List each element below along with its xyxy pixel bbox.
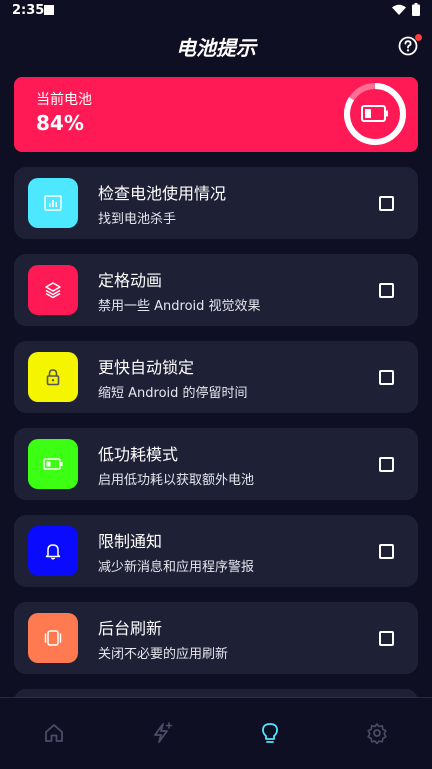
task-icon-box bbox=[28, 352, 78, 402]
sparkle-icon bbox=[154, 722, 173, 743]
task-icon-box bbox=[28, 178, 78, 228]
task-checkbox[interactable] bbox=[379, 457, 394, 472]
battery-label: 当前电池 bbox=[36, 92, 92, 108]
task-title: 检查电池使用情况 bbox=[98, 184, 227, 203]
bell-icon bbox=[45, 544, 61, 560]
battery-percent: 84% bbox=[36, 111, 84, 135]
battery-icon bbox=[43, 458, 63, 470]
lock-icon bbox=[46, 369, 60, 386]
lightbulb-icon bbox=[262, 723, 278, 743]
task-checkbox[interactable] bbox=[379, 370, 394, 385]
nav-home[interactable] bbox=[41, 720, 67, 746]
task-title: 定格动画 bbox=[98, 271, 163, 290]
task-subtitle: 关闭不必要的应用刷新 bbox=[98, 647, 229, 662]
task-icon-box bbox=[28, 439, 78, 489]
battery-icon bbox=[361, 105, 388, 122]
task-checkbox[interactable] bbox=[379, 283, 394, 298]
task-subtitle: 缩短 Android 的停留时间 bbox=[98, 386, 248, 401]
task-card-background-refresh[interactable]: 后台刷新 关闭不必要的应用刷新 bbox=[14, 602, 418, 674]
task-icon-box bbox=[28, 613, 78, 663]
task-icon-box bbox=[28, 526, 78, 576]
app-header: 电池提示 bbox=[0, 22, 432, 72]
page-title: 电池提示 bbox=[176, 36, 256, 60]
task-subtitle: 减少新消息和应用程序警报 bbox=[98, 560, 255, 575]
gear-icon bbox=[367, 723, 387, 744]
nav-boost[interactable] bbox=[149, 720, 175, 746]
task-card-check-battery-usage[interactable]: 检查电池使用情况 找到电池杀手 bbox=[14, 167, 418, 239]
notification-icon bbox=[44, 5, 54, 15]
nav-settings[interactable] bbox=[364, 720, 390, 746]
task-card-low-power-mode[interactable]: 低功耗模式 启用低功耗以获取额外电池 bbox=[14, 428, 418, 500]
layers-icon bbox=[45, 282, 61, 299]
battery-card: 当前电池 84% bbox=[14, 77, 418, 152]
task-subtitle: 禁用一些 Android 视觉效果 bbox=[98, 299, 261, 314]
nav-tips[interactable] bbox=[257, 720, 283, 746]
task-card-faster-autolock[interactable]: 更快自动锁定 缩短 Android 的停留时间 bbox=[14, 341, 418, 413]
task-subtitle: 启用低功耗以获取额外电池 bbox=[98, 473, 255, 488]
status-icons bbox=[392, 3, 420, 16]
status-bar: 2:35 bbox=[0, 0, 432, 22]
task-title: 低功耗模式 bbox=[98, 445, 179, 464]
task-title: 限制通知 bbox=[98, 532, 163, 551]
task-checkbox[interactable] bbox=[379, 631, 394, 646]
bottom-nav bbox=[0, 697, 432, 769]
task-card-stop-animation[interactable]: 定格动画 禁用一些 Android 视觉效果 bbox=[14, 254, 418, 326]
refresh-icon bbox=[44, 630, 62, 646]
task-icon-box bbox=[28, 265, 78, 315]
task-checkbox[interactable] bbox=[379, 544, 394, 559]
task-card-limit-notifications[interactable]: 限制通知 减少新消息和应用程序警报 bbox=[14, 515, 418, 587]
task-title: 更快自动锁定 bbox=[98, 358, 195, 377]
battery-status-icon bbox=[412, 3, 420, 16]
battery-ring bbox=[344, 83, 406, 145]
help-badge-dot bbox=[415, 34, 422, 41]
wifi-icon bbox=[392, 4, 406, 15]
task-checkbox[interactable] bbox=[379, 196, 394, 211]
status-time: 2:35 bbox=[12, 3, 45, 18]
home-icon bbox=[45, 724, 63, 742]
bar-chart-icon bbox=[44, 195, 62, 211]
task-subtitle: 找到电池杀手 bbox=[98, 212, 177, 227]
task-title: 后台刷新 bbox=[98, 619, 163, 638]
